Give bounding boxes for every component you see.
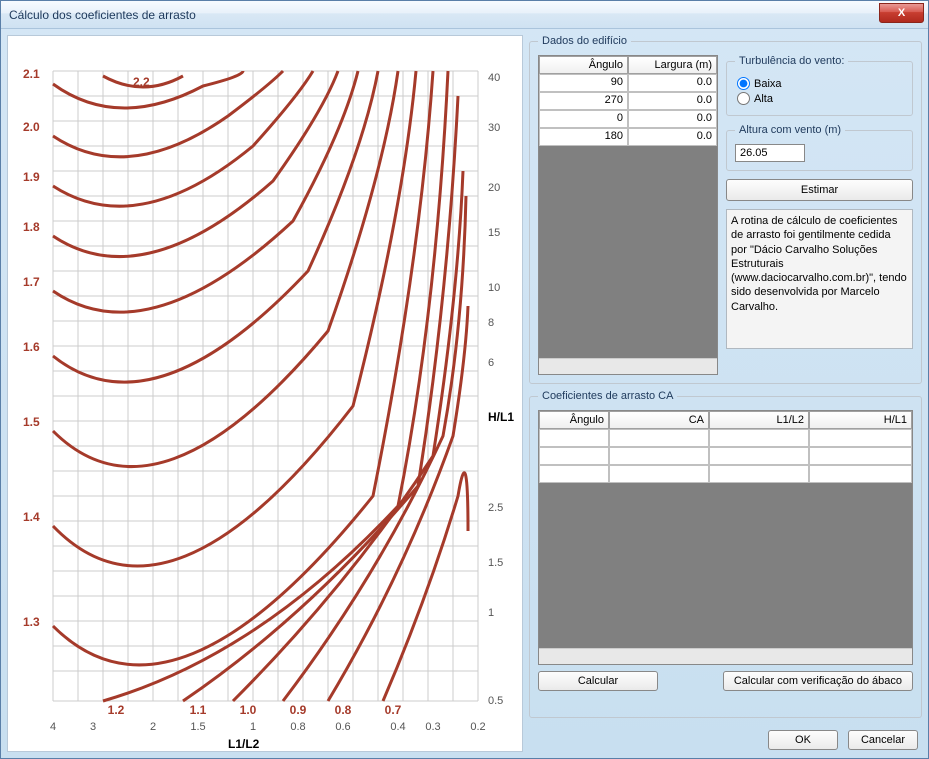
ca-col-l1l2[interactable]: L1/L2 <box>709 411 809 429</box>
svg-text:30: 30 <box>488 122 500 134</box>
table-row <box>539 465 912 483</box>
chart-panel: 2.1 2.0 1.9 1.8 1.7 1.6 1.5 1.4 1.3 2.2 … <box>7 35 523 752</box>
svg-text:0.8: 0.8 <box>290 721 305 733</box>
close-button[interactable]: X <box>879 3 924 23</box>
svg-text:10: 10 <box>488 282 500 294</box>
coeficientes-ca-fieldset: Coeficientes de arrasto CA Ângulo CA L1/… <box>529 390 922 718</box>
svg-text:1.2: 1.2 <box>108 703 125 717</box>
svg-text:1.5: 1.5 <box>190 721 205 733</box>
calcular-button[interactable]: Calcular <box>538 671 658 691</box>
dados-table[interactable]: Ângulo Largura (m) 90 0.0 270 0.0 <box>538 55 718 375</box>
svg-text:0.4: 0.4 <box>390 721 405 733</box>
table-row <box>539 429 912 447</box>
svg-text:40: 40 <box>488 72 500 84</box>
table-row: 180 0.0 <box>539 128 717 146</box>
svg-text:1.0: 1.0 <box>240 703 257 717</box>
table-row: 90 0.0 <box>539 74 717 92</box>
svg-text:8: 8 <box>488 317 494 329</box>
svg-text:2.2: 2.2 <box>133 75 150 89</box>
svg-text:1.6: 1.6 <box>23 340 40 354</box>
ca-col-angulo[interactable]: Ângulo <box>539 411 609 429</box>
altura-legend: Altura com vento (m) <box>735 124 845 136</box>
estimar-button[interactable]: Estimar <box>726 179 913 201</box>
col-largura[interactable]: Largura (m) <box>628 56 717 74</box>
x-axis-label: L1/L2 <box>228 737 260 751</box>
svg-text:0.8: 0.8 <box>335 703 352 717</box>
col-angulo[interactable]: Ângulo <box>539 56 628 74</box>
svg-text:1.9: 1.9 <box>23 170 40 184</box>
calcular-verificacao-button[interactable]: Calcular com verificação do ábaco <box>723 671 913 691</box>
svg-text:3: 3 <box>90 721 96 733</box>
table-row: 0 0.0 <box>539 110 717 128</box>
svg-text:2.0: 2.0 <box>23 120 40 134</box>
ca-col-hl1[interactable]: H/L1 <box>809 411 912 429</box>
svg-text:6: 6 <box>488 357 494 369</box>
svg-text:1.7: 1.7 <box>23 275 40 289</box>
svg-text:0.5: 0.5 <box>488 695 503 707</box>
svg-text:1.3: 1.3 <box>23 615 40 629</box>
svg-text:1.5: 1.5 <box>488 557 503 569</box>
y-axis-label: H/L1 <box>488 410 514 424</box>
svg-text:2: 2 <box>150 721 156 733</box>
svg-text:1.5: 1.5 <box>23 415 40 429</box>
svg-text:2.1: 2.1 <box>23 67 40 81</box>
dados-legend: Dados do edifício <box>538 35 631 47</box>
horizontal-scrollbar[interactable] <box>539 648 912 664</box>
svg-text:2.5: 2.5 <box>488 502 503 514</box>
svg-text:1.8: 1.8 <box>23 220 40 234</box>
table-row <box>539 447 912 465</box>
svg-text:1: 1 <box>488 607 494 619</box>
svg-text:0.2: 0.2 <box>470 721 485 733</box>
svg-text:0.3: 0.3 <box>425 721 440 733</box>
radio-alta[interactable] <box>737 92 750 105</box>
svg-text:0.7: 0.7 <box>385 703 402 717</box>
dados-edificio-fieldset: Dados do edifício Ângulo Largura (m) 90 … <box>529 35 922 384</box>
altura-fieldset: Altura com vento (m) <box>726 124 913 171</box>
window-title: Cálculo dos coeficientes de arrasto <box>9 8 196 22</box>
radio-baixa[interactable] <box>737 77 750 90</box>
radio-baixa-label[interactable]: Baixa <box>737 77 902 90</box>
svg-text:1: 1 <box>250 721 256 733</box>
horizontal-scrollbar[interactable] <box>539 358 717 374</box>
info-text-box: A rotina de cálculo de coeficientes de a… <box>726 209 913 349</box>
altura-input[interactable] <box>735 144 805 162</box>
turbulencia-fieldset: Turbulência do vento: Baixa Alta <box>726 55 913 116</box>
svg-text:1.4: 1.4 <box>23 510 40 524</box>
svg-text:4: 4 <box>50 721 56 733</box>
svg-text:0.9: 0.9 <box>290 703 307 717</box>
svg-text:0.6: 0.6 <box>335 721 350 733</box>
cancel-button[interactable]: Cancelar <box>848 730 918 750</box>
ca-col-ca[interactable]: CA <box>609 411 709 429</box>
svg-text:20: 20 <box>488 182 500 194</box>
drag-coefficient-chart: 2.1 2.0 1.9 1.8 1.7 1.6 1.5 1.4 1.3 2.2 … <box>8 36 522 751</box>
ca-table[interactable]: Ângulo CA L1/L2 H/L1 <box>538 410 913 665</box>
svg-text:15: 15 <box>488 227 500 239</box>
table-row: 270 0.0 <box>539 92 717 110</box>
ok-button[interactable]: OK <box>768 730 838 750</box>
radio-alta-label[interactable]: Alta <box>737 92 902 105</box>
svg-text:1.1: 1.1 <box>190 703 207 717</box>
ca-legend: Coeficientes de arrasto CA <box>538 390 677 402</box>
close-icon: X <box>898 7 905 19</box>
turbulencia-legend: Turbulência do vento: <box>735 55 848 67</box>
titlebar: Cálculo dos coeficientes de arrasto X <box>1 1 928 29</box>
